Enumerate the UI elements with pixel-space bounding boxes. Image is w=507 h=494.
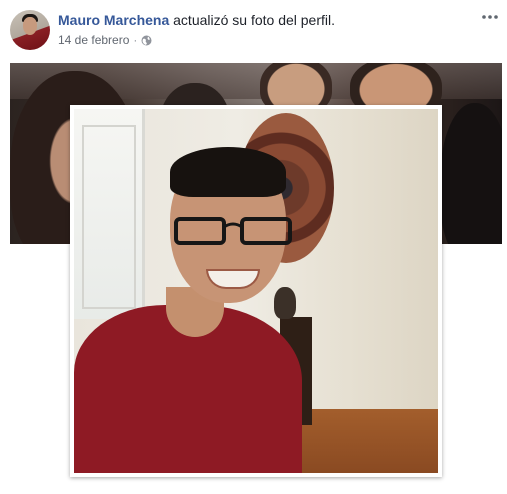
photo-vase <box>274 287 296 319</box>
photo-person-glasses <box>174 217 292 245</box>
author-name-link[interactable]: Mauro Marchena <box>58 12 169 28</box>
author-avatar[interactable] <box>10 10 50 50</box>
more-options-icon <box>482 15 498 19</box>
more-options-button[interactable] <box>479 8 501 26</box>
post-card: Mauro Marchena actualizó su foto del per… <box>0 0 507 494</box>
photo-window <box>74 109 145 319</box>
profile-picture <box>74 109 438 473</box>
post-action-text: actualizó su foto del perfil. <box>173 12 336 28</box>
globe-icon[interactable] <box>141 35 152 46</box>
meta-separator: · <box>133 33 138 47</box>
avatar-face <box>23 17 37 35</box>
photo-person-hair <box>170 147 286 197</box>
post-meta: 14 de febrero · <box>58 33 152 47</box>
profile-picture-frame[interactable] <box>70 105 442 477</box>
cover-person <box>440 103 502 244</box>
post-header-line: Mauro Marchena actualizó su foto del per… <box>58 12 335 28</box>
post-date-link[interactable]: 14 de febrero <box>58 33 129 47</box>
